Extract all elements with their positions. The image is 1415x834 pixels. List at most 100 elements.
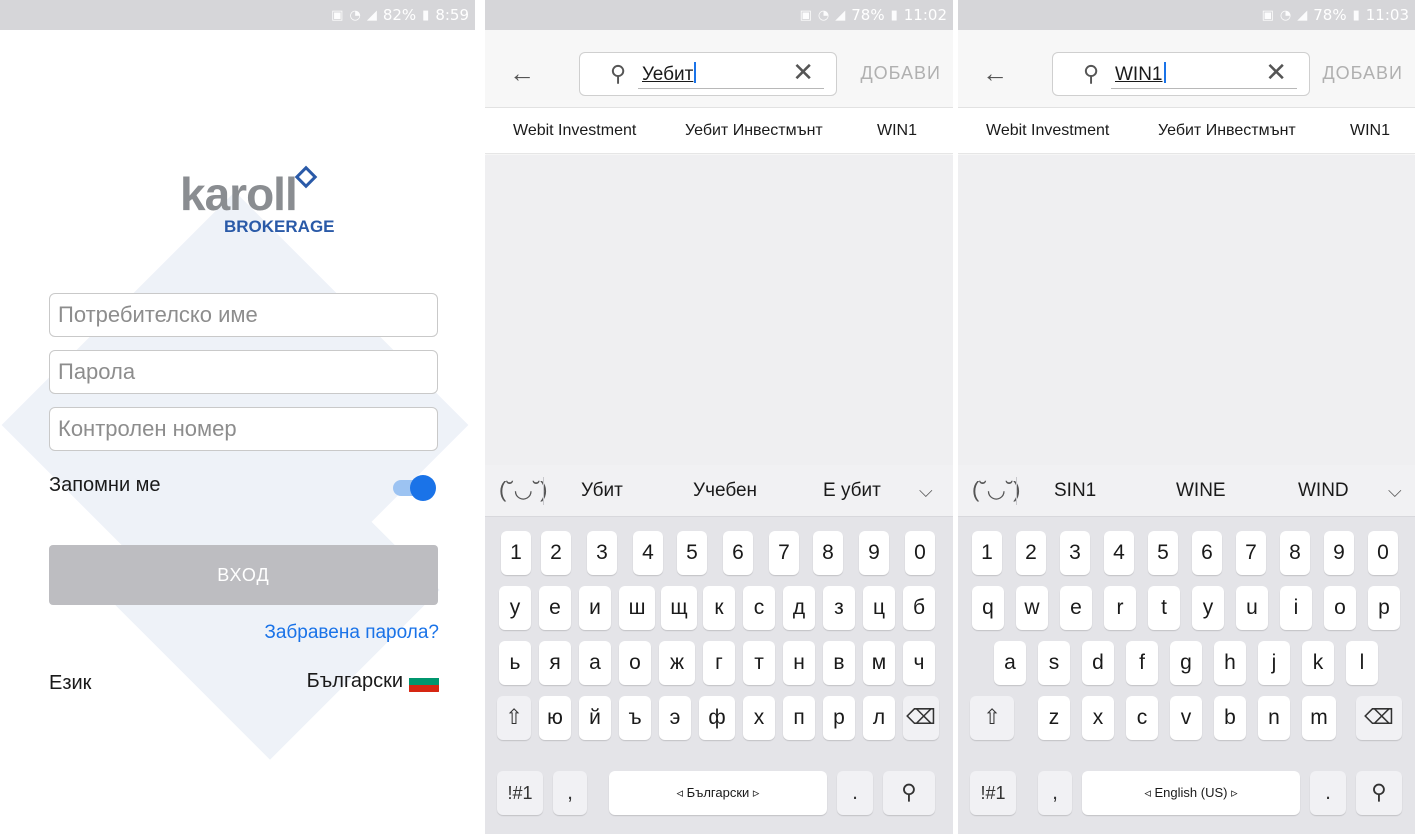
remember-me-toggle[interactable] [393,475,437,501]
key[interactable]: 9 [859,531,889,575]
key[interactable]: o [1324,586,1356,630]
shift-key[interactable]: ⇧ [497,696,531,740]
search-key[interactable]: ⚲ [883,771,935,815]
key[interactable]: e [1060,586,1092,630]
key[interactable]: е [539,586,571,630]
symbols-key[interactable]: !#1 [497,771,543,815]
key[interactable]: 1 [972,531,1002,575]
key[interactable]: ж [659,641,695,685]
key[interactable]: и [579,586,611,630]
comma-key[interactable]: , [1038,771,1072,815]
key[interactable]: 5 [1148,531,1178,575]
backspace-key[interactable]: ⌫ [1356,696,1402,740]
key[interactable]: f [1126,641,1158,685]
backspace-key[interactable]: ⌫ [903,696,939,740]
key[interactable]: я [539,641,571,685]
arrow-left-icon[interactable]: ← [982,60,1008,86]
key[interactable]: г [703,641,735,685]
emoji-icon[interactable]: (˘◡˘) [972,477,1021,503]
key[interactable]: п [783,696,815,740]
key[interactable]: 0 [905,531,935,575]
key[interactable]: 3 [587,531,617,575]
key[interactable]: n [1258,696,1290,740]
close-icon[interactable]: ✕ [1265,59,1287,85]
key[interactable]: й [579,696,611,740]
key[interactable]: h [1214,641,1246,685]
key[interactable]: j [1258,641,1290,685]
key[interactable]: а [579,641,611,685]
control-number-field[interactable]: Контролен номер [49,407,438,451]
search-input[interactable]: ⚲ Уебит ✕ [579,52,837,96]
chevron-down-icon[interactable]: ⌵ [1388,481,1402,502]
key[interactable]: д [783,586,815,630]
spacebar[interactable]: ◃ English (US) ▹ [1082,771,1300,815]
key[interactable]: x [1082,696,1114,740]
key[interactable]: 4 [1104,531,1134,575]
key[interactable]: g [1170,641,1202,685]
key[interactable]: с [743,586,775,630]
symbols-key[interactable]: !#1 [970,771,1016,815]
key[interactable]: 8 [1280,531,1310,575]
key[interactable]: ш [619,586,655,630]
key[interactable]: з [823,586,855,630]
key[interactable]: y [1192,586,1224,630]
key[interactable]: u [1236,586,1268,630]
login-button[interactable]: ВХОД [49,545,438,605]
spacebar[interactable]: ◃ Български ▹ [609,771,827,815]
add-button[interactable]: ДОБАВИ [1322,63,1403,84]
search-key[interactable]: ⚲ [1356,771,1402,815]
key[interactable]: 0 [1368,531,1398,575]
search-result-row[interactable]: Webit Investment Уебит Инвестмънт WIN1 [958,108,1415,154]
close-icon[interactable]: ✕ [792,59,814,85]
key[interactable]: 9 [1324,531,1354,575]
add-button[interactable]: ДОБАВИ [860,63,941,84]
key[interactable]: 5 [677,531,707,575]
key[interactable]: w [1016,586,1048,630]
suggestion-item[interactable]: WIND [1298,480,1349,502]
comma-key[interactable]: , [553,771,587,815]
key[interactable]: 7 [1236,531,1266,575]
key[interactable]: i [1280,586,1312,630]
suggestion-item[interactable]: Убит [581,480,623,502]
key[interactable]: s [1038,641,1070,685]
key[interactable]: ю [539,696,571,740]
arrow-left-icon[interactable]: ← [509,60,535,86]
shift-key[interactable]: ⇧ [970,696,1014,740]
key[interactable]: р [823,696,855,740]
key[interactable]: t [1148,586,1180,630]
suggestion-item[interactable]: WINE [1176,480,1226,502]
key[interactable]: c [1126,696,1158,740]
period-key[interactable]: . [1310,771,1346,815]
key[interactable]: r [1104,586,1136,630]
key[interactable]: н [783,641,815,685]
key[interactable]: т [743,641,775,685]
search-result-row[interactable]: Webit Investment Уебит Инвестмънт WIN1 [485,108,953,154]
key[interactable]: a [994,641,1026,685]
key[interactable]: л [863,696,895,740]
key[interactable]: 4 [633,531,663,575]
key[interactable]: ъ [619,696,651,740]
key[interactable]: m [1302,696,1336,740]
suggestion-item[interactable]: Е убит [823,480,881,502]
key[interactable]: ф [699,696,735,740]
suggestion-item[interactable]: Учебен [693,480,757,502]
suggestion-item[interactable]: SIN1 [1054,480,1096,502]
key[interactable]: 6 [723,531,753,575]
key[interactable]: у [499,586,531,630]
period-key[interactable]: . [837,771,873,815]
key[interactable]: щ [661,586,697,630]
key[interactable]: d [1082,641,1114,685]
key[interactable]: q [972,586,1004,630]
language-selector[interactable]: Български [307,670,439,693]
forgot-password-link[interactable]: Забравена парола? [264,622,439,644]
key[interactable]: х [743,696,775,740]
key[interactable]: к [703,586,735,630]
search-input[interactable]: ⚲ WIN1 ✕ [1052,52,1310,96]
key[interactable]: z [1038,696,1070,740]
key[interactable]: p [1368,586,1400,630]
key[interactable]: о [619,641,651,685]
key[interactable]: ч [903,641,935,685]
key[interactable]: 1 [501,531,531,575]
username-field[interactable]: Потребителско име [49,293,438,337]
key[interactable]: 8 [813,531,843,575]
